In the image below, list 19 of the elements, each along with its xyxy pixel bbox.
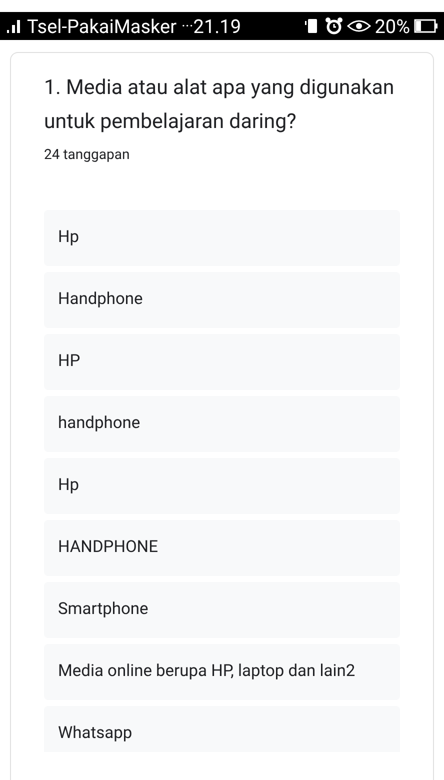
battery-icon	[414, 19, 438, 33]
overflow-dots: ···	[182, 18, 194, 34]
response-item: Hp	[44, 458, 400, 514]
response-item: Media online berupa HP, laptop dan lain2	[44, 644, 400, 700]
question-title: 1. Media atau alat apa yang digunakan untuk pembelajaran daring?	[44, 75, 396, 136]
response-item: Hp	[44, 210, 400, 266]
response-item: Handphone	[44, 272, 400, 328]
battery-percent: 20%	[374, 16, 410, 36]
response-item: Whatsapp	[44, 706, 400, 752]
alarm-icon	[324, 17, 343, 35]
response-item: HANDPHONE	[44, 520, 400, 576]
response-item: HP	[44, 334, 400, 390]
carrier-name: Tsel-PakaiMasker	[27, 16, 177, 36]
response-count: 24 tanggapan	[44, 146, 131, 165]
response-item: handphone	[44, 396, 400, 452]
eye-icon	[346, 19, 371, 33]
response-item: Smartphone	[44, 582, 400, 638]
clock-time: 21.19	[193, 16, 242, 36]
vibrate-icon	[304, 17, 320, 35]
